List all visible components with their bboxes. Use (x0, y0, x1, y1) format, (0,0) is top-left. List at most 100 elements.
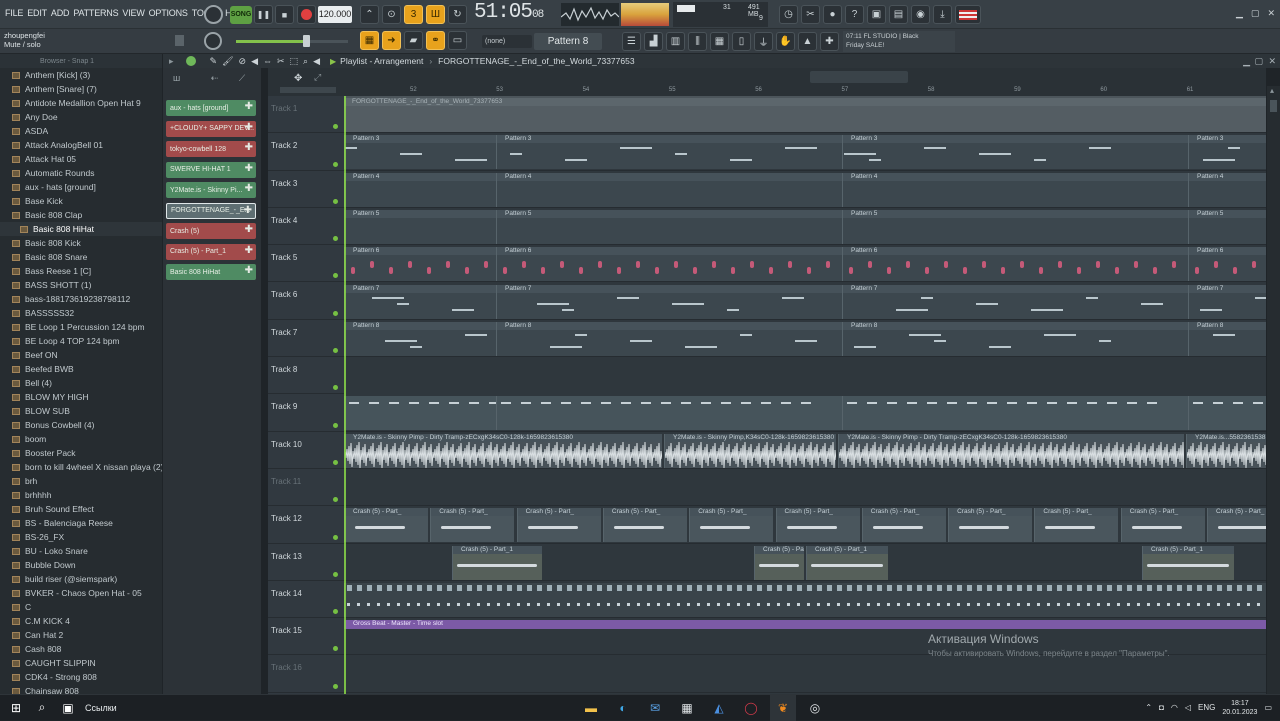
wait-input-button[interactable]: ⊙ (382, 5, 401, 24)
lane-track-6[interactable]: Pattern 7 Pattern 7 Pattern 7 Pattern 7 (344, 283, 1266, 320)
search-icon[interactable]: ⌕ (29, 695, 55, 721)
browser-item[interactable]: build riser (@siemspark) (0, 572, 162, 586)
playlist-hscroll[interactable] (344, 68, 1266, 86)
browser-item[interactable]: Automatic Rounds (0, 166, 162, 180)
loop-record-button[interactable]: ↻ (448, 5, 467, 24)
playlist-clip[interactable]: Pattern 3 (1188, 135, 1266, 170)
menu-patterns[interactable]: PATTERNS (73, 8, 118, 18)
browser-item[interactable]: born to kill 4wheel X nissan playa (2) (0, 460, 162, 474)
plugin-picker-button[interactable]: ⏚ (754, 32, 773, 51)
touch-controller-button[interactable]: ✋ (776, 32, 795, 51)
undo-button[interactable]: ◷ (779, 5, 798, 24)
plus-icon[interactable]: ✚ (245, 163, 253, 174)
snap-select[interactable]: (none) (482, 35, 532, 48)
maximize-icon[interactable]: ▢ (1251, 8, 1260, 19)
step-edit-button[interactable]: Ш (426, 5, 445, 24)
link-button[interactable]: ⚭ (426, 31, 445, 50)
menu-file[interactable]: FILE (5, 8, 23, 18)
lane-track-9[interactable] (344, 394, 1266, 432)
paint-button[interactable]: ▰ (404, 31, 423, 50)
browser-item[interactable]: Bass Reese 1 [C] (0, 264, 162, 278)
playlist-clip[interactable]: Pattern 4 (496, 172, 842, 207)
browser-item[interactable]: C.M KICK 4 (0, 614, 162, 628)
browser-item[interactable]: BLOW SUB (0, 404, 162, 418)
playlist-clip[interactable]: Crash (5) - Part_ (430, 508, 515, 543)
track-led[interactable] (333, 683, 338, 689)
browser-item[interactable]: Attack Hat 05 (0, 152, 162, 166)
browser-item[interactable]: ASDA (0, 124, 162, 138)
browser-item[interactable]: C (0, 600, 162, 614)
track-led[interactable] (333, 124, 338, 130)
song-time-display[interactable]: 51:0508 (474, 1, 558, 27)
playlist-clip[interactable]: Crash (5) - Part_ (775, 508, 860, 543)
playlist-clip[interactable]: Crash (5) - Part_ (1034, 508, 1119, 543)
lane-track-1[interactable]: FORGOTTENAGE_-_End_of_the_World_73377653 (344, 96, 1266, 134)
channel-item[interactable]: Basic 808 HiHat ✚ (166, 264, 256, 280)
playlist-clip[interactable]: Pattern 3 (842, 135, 1188, 170)
cut-button[interactable]: ✂ (801, 5, 820, 24)
playlist-grid[interactable]: FORGOTTENAGE_-_End_of_the_World_73377653… (344, 96, 1266, 694)
plugin-button[interactable]: ▤ (889, 5, 908, 24)
track-led[interactable] (333, 348, 338, 354)
playback-tool-icon[interactable]: ◀ (313, 56, 320, 67)
playlist-clip[interactable]: Crash (5) - Part_ (516, 508, 601, 543)
track-led[interactable] (333, 459, 338, 465)
master-pitch-knob[interactable] (204, 32, 222, 50)
track-header[interactable]: Track 14 (268, 581, 344, 619)
plus-icon[interactable]: ✚ (245, 265, 253, 276)
links-toolbar[interactable]: Ссылки (85, 703, 117, 713)
browser-item[interactable]: Booster Pack (0, 446, 162, 460)
close-icon[interactable]: ✕ (1267, 8, 1275, 19)
file-explorer-icon[interactable]: ▬ (578, 695, 604, 721)
browser-item[interactable]: Basic 808 HiHat (0, 222, 162, 236)
plus-icon[interactable]: ✚ (245, 224, 253, 235)
clock[interactable]: 18:17 20.01.2023 (1222, 699, 1257, 717)
browser-item[interactable]: BE Loop 1 Percussion 124 bpm (0, 320, 162, 334)
browser-item[interactable]: Bell (4) (0, 376, 162, 390)
playlist-clip[interactable]: Crash (5) - Part_ (689, 508, 774, 543)
browser-item[interactable]: BS - Balenciaga Reese (0, 516, 162, 530)
song-mode-toggle[interactable]: SONG (230, 6, 252, 24)
track-header[interactable]: Track 6 (268, 282, 344, 320)
stop-button[interactable]: ■ (275, 5, 294, 24)
browser-item[interactable]: bass-188173619238798112 (0, 292, 162, 306)
news-panel[interactable]: 07:11 FL STUDIO | Black Friday SALE! (843, 31, 955, 52)
brush-tool-icon[interactable]: 🖌 (222, 56, 233, 67)
playlist-clip[interactable]: Pattern 4 (842, 172, 1188, 207)
browser-button[interactable]: ▦ (710, 32, 729, 51)
track-header[interactable]: Track 3 (268, 171, 344, 208)
detach-button[interactable]: ✚ (820, 32, 839, 51)
menu-options[interactable]: OPTIONS (149, 8, 188, 18)
magnet-icon[interactable] (185, 56, 196, 66)
browser-item[interactable]: Chainsaw 808 (0, 684, 162, 694)
plus-icon[interactable]: ✚ (244, 205, 252, 216)
track-header[interactable]: Track 11 (268, 469, 344, 507)
playlist-clip[interactable]: Pattern 6 (344, 247, 496, 282)
browser-item[interactable]: BASS SHOTT (1) (0, 278, 162, 292)
playlist-clip[interactable]: Crash (5) - Part_ (1207, 508, 1266, 543)
lane-track-3[interactable]: Pattern 4 Pattern 4 Pattern 4 Pattern 4 (344, 171, 1266, 208)
lane-track-5[interactable]: Pattern 6 Pattern 6 Pattern 6 Pattern 6 (344, 245, 1266, 283)
track-header[interactable]: Track 15 (268, 618, 344, 656)
metronome-button[interactable]: ⌃ (360, 5, 379, 24)
playlist-clip[interactable]: Pattern 8 (842, 321, 1188, 356)
language-indicator[interactable]: ENG (1198, 703, 1215, 712)
track-header[interactable]: Track 13 (268, 544, 344, 581)
start-icon[interactable]: ⊞ (3, 695, 29, 721)
picker-pen-icon[interactable]: ⟋ (239, 73, 245, 83)
track-header[interactable]: Track 7 (268, 320, 344, 358)
vscroll-thumb[interactable] (1270, 100, 1277, 112)
playlist-clip[interactable]: Crash (5) - Part_ (344, 508, 428, 543)
browser-item[interactable]: Anthem [Snare] (7) (0, 82, 162, 96)
browser-item[interactable]: Basic 808 Snare (0, 250, 162, 264)
track-led[interactable] (333, 609, 338, 615)
playlist-clip[interactable]: Crash (5) - Part_ (602, 508, 687, 543)
playlist-clip[interactable]: Crash (5) - Part_1 (452, 545, 542, 580)
playlist-clip[interactable]: Crash (5) - Part_1 (754, 545, 804, 580)
browser-item[interactable]: Cash 808 (0, 642, 162, 656)
save-button[interactable]: ▣ (867, 5, 886, 24)
fl-studio-taskbar-icon[interactable]: ❦ (770, 694, 796, 721)
playlist-clip[interactable] (344, 396, 496, 431)
menu-add[interactable]: ADD (51, 8, 70, 18)
browser-item[interactable]: Bubble Down (0, 558, 162, 572)
